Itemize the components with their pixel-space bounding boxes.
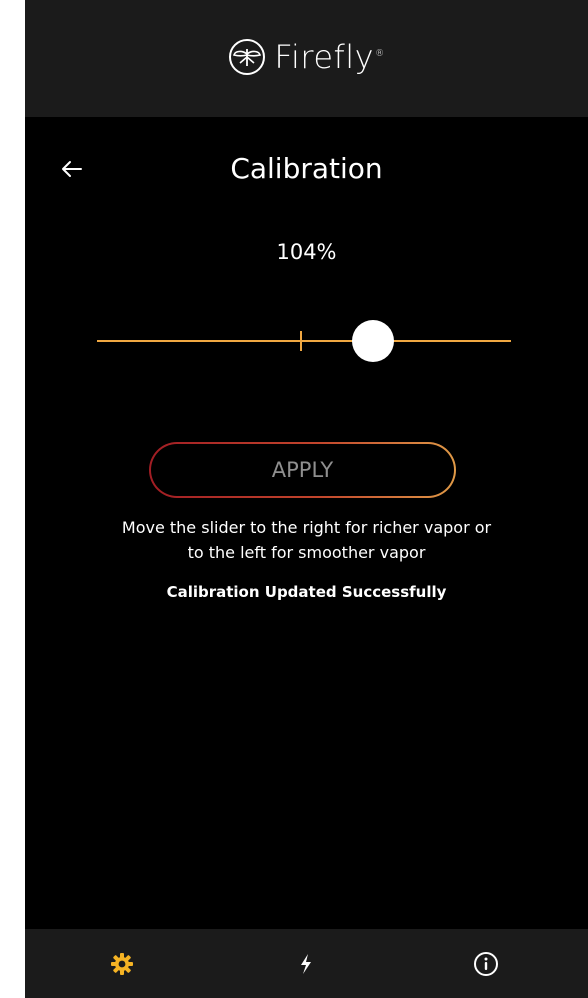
brand-name: Firefly® (274, 37, 385, 76)
info-icon (474, 952, 498, 976)
help-text: Move the slider to the right for richer … (65, 515, 548, 565)
slider-track[interactable] (97, 340, 511, 342)
nav-info[interactable] (471, 949, 501, 979)
slider-thumb[interactable] (352, 320, 394, 362)
registered-mark: ® (375, 48, 385, 59)
app-header: Firefly® (25, 0, 588, 117)
bottom-nav (25, 929, 588, 998)
firefly-logo-icon (229, 38, 266, 75)
brand-logo: Firefly® (228, 38, 384, 76)
slider-default-mark (300, 331, 302, 351)
app-screen: Firefly® Calibration 104% APPLY Move the… (25, 0, 588, 998)
nav-boost[interactable] (291, 949, 321, 979)
page-title: Calibration (230, 152, 383, 185)
calibration-slider[interactable] (97, 320, 511, 364)
lightning-icon (301, 954, 311, 974)
calibration-value: 104% (276, 240, 337, 264)
nav-settings[interactable] (107, 949, 137, 979)
apply-button[interactable]: APPLY (149, 442, 456, 498)
gear-icon (111, 953, 133, 975)
help-text-line: Move the slider to the right for richer … (121, 518, 492, 537)
apply-button-label: APPLY (151, 444, 454, 496)
help-text-line: to the left for smoother vapor (187, 543, 426, 562)
status-message: Calibration Updated Successfully (166, 583, 447, 601)
